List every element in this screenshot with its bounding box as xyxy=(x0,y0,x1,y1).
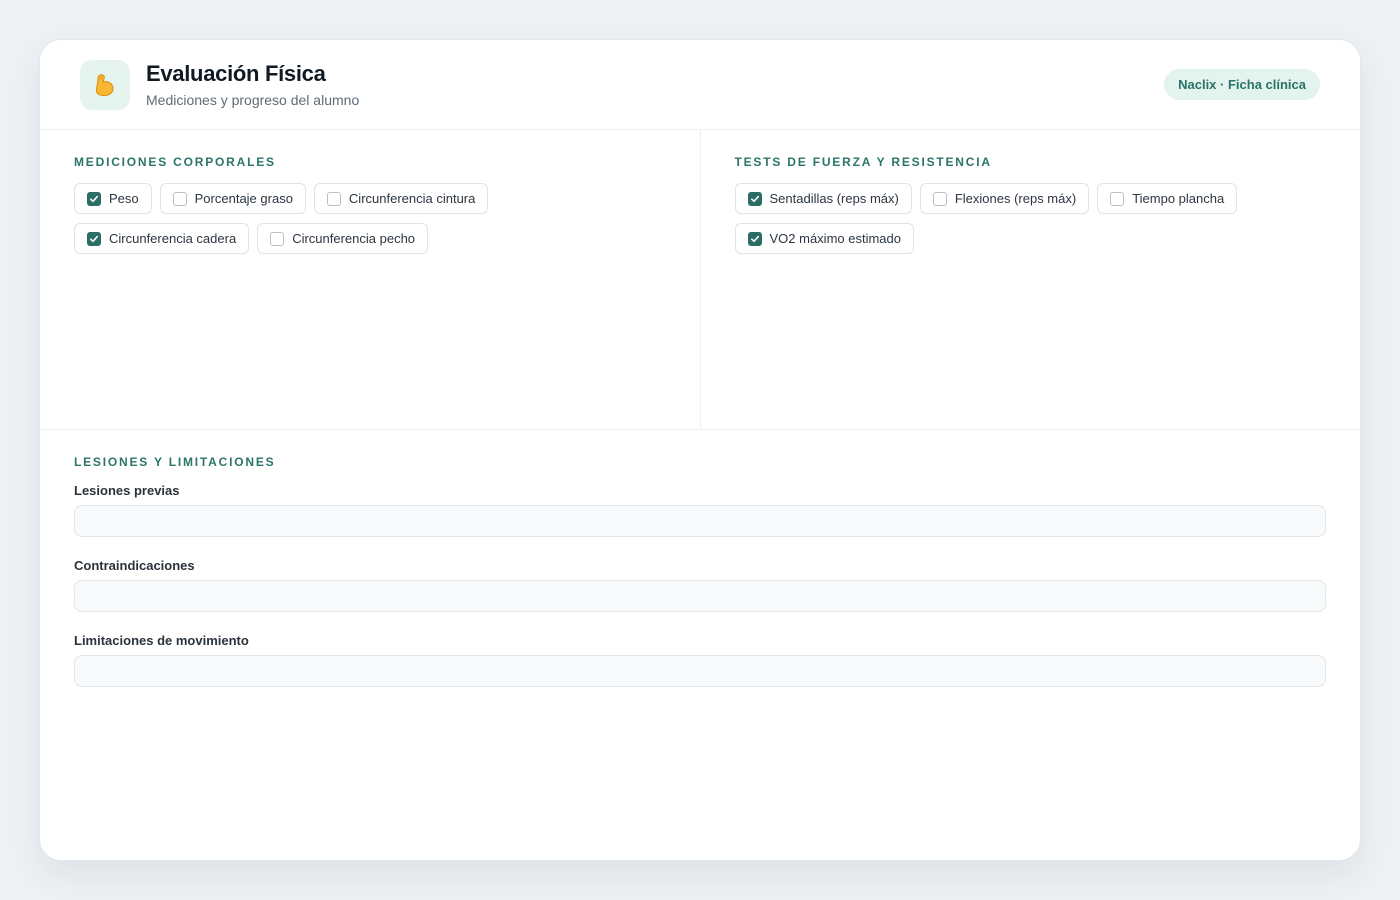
field-label-contraindicaciones: Contraindicaciones xyxy=(74,558,195,573)
checkbox-label: Circunferencia pecho xyxy=(292,231,416,246)
checkbox-checked-icon[interactable] xyxy=(747,231,762,246)
header: Evaluación Física Mediciones y progreso … xyxy=(40,40,1360,130)
checkbox-label: Peso xyxy=(109,191,139,206)
checkbox-option-circunferencia-cintura[interactable]: Circunferencia cintura xyxy=(313,183,489,214)
lesiones-section: LESIONES Y LIMITACIONES Lesiones previas… xyxy=(40,430,1360,708)
title-block: Evaluación Física Mediciones y progreso … xyxy=(146,61,359,108)
checkbox-label: Flexiones (reps máx) xyxy=(954,191,1077,206)
tests-section: TESTS DE FUERZA Y RESISTENCIA Sentadilla… xyxy=(701,130,1361,429)
checkbox-option-porcentaje-graso[interactable]: Porcentaje graso xyxy=(159,183,306,214)
checkbox-unchecked-icon[interactable] xyxy=(326,191,341,206)
checkbox-label: Sentadillas (reps máx) xyxy=(769,191,899,206)
checkbox-unchecked-icon[interactable] xyxy=(1110,191,1125,206)
checkbox-label: Circunferencia cadera xyxy=(109,231,237,246)
checkbox-option-flexiones-reps-max[interactable]: Flexiones (reps máx) xyxy=(919,183,1090,214)
field-label-lesiones-previas: Lesiones previas xyxy=(74,483,180,498)
checkbox-checked-icon[interactable] xyxy=(747,191,762,206)
lesiones-previas-input[interactable] xyxy=(74,505,1326,537)
limitaciones-movimiento-input[interactable] xyxy=(74,655,1326,687)
checkbox-option-tiempo-plancha[interactable]: Tiempo plancha xyxy=(1097,183,1238,214)
checkbox-checked-icon[interactable] xyxy=(87,231,101,246)
checkbox-checked-icon[interactable] xyxy=(87,191,101,206)
page-title: Evaluación Física xyxy=(146,61,326,86)
section-title-lesiones: LESIONES Y LIMITACIONES xyxy=(74,455,276,469)
mediciones-section: MEDICIONES CORPORALES Peso Porcentaje gra… xyxy=(40,130,701,429)
checkbox-label: VO2 máximo estimado xyxy=(769,231,902,246)
tests-options: Sentadillas (reps máx) Flexiones (reps má… xyxy=(734,183,1327,254)
checkbox-unchecked-icon[interactable] xyxy=(932,191,947,206)
status-badge: Naclix · Ficha clínica xyxy=(1164,69,1320,100)
mediciones-options: Peso Porcentaje graso Circunferencia cintu… xyxy=(74,183,666,254)
checkbox-label: Circunferencia cintura xyxy=(348,191,476,206)
checkbox-label: Porcentaje graso xyxy=(194,191,293,206)
checkbox-option-vo2-maximo-estimado[interactable]: VO2 máximo estimado xyxy=(734,223,914,254)
checkbox-unchecked-icon[interactable] xyxy=(172,191,187,206)
flexed-biceps-icon xyxy=(80,59,130,110)
contraindicaciones-input[interactable] xyxy=(74,580,1326,612)
section-title-tests: TESTS DE FUERZA Y RESISTENCIA xyxy=(734,155,992,169)
checkbox-option-peso[interactable]: Peso xyxy=(74,183,152,214)
checkbox-label: Tiempo plancha xyxy=(1132,191,1225,206)
evaluation-card: Evaluación Física Mediciones y progreso … xyxy=(39,39,1361,861)
top-sections: MEDICIONES CORPORALES Peso Porcentaje gra… xyxy=(40,130,1360,430)
checkbox-option-sentadillas-reps-max[interactable]: Sentadillas (reps máx) xyxy=(734,183,912,214)
field-label-limitaciones-movimiento: Limitaciones de movimiento xyxy=(74,633,249,648)
checkbox-option-circunferencia-pecho[interactable]: Circunferencia pecho xyxy=(257,223,429,254)
section-title-mediciones: MEDICIONES CORPORALES xyxy=(74,155,276,169)
page-subtitle: Mediciones y progreso del alumno xyxy=(146,92,360,108)
checkbox-unchecked-icon[interactable] xyxy=(270,231,285,246)
checkbox-option-circunferencia-cadera[interactable]: Circunferencia cadera xyxy=(74,223,250,254)
